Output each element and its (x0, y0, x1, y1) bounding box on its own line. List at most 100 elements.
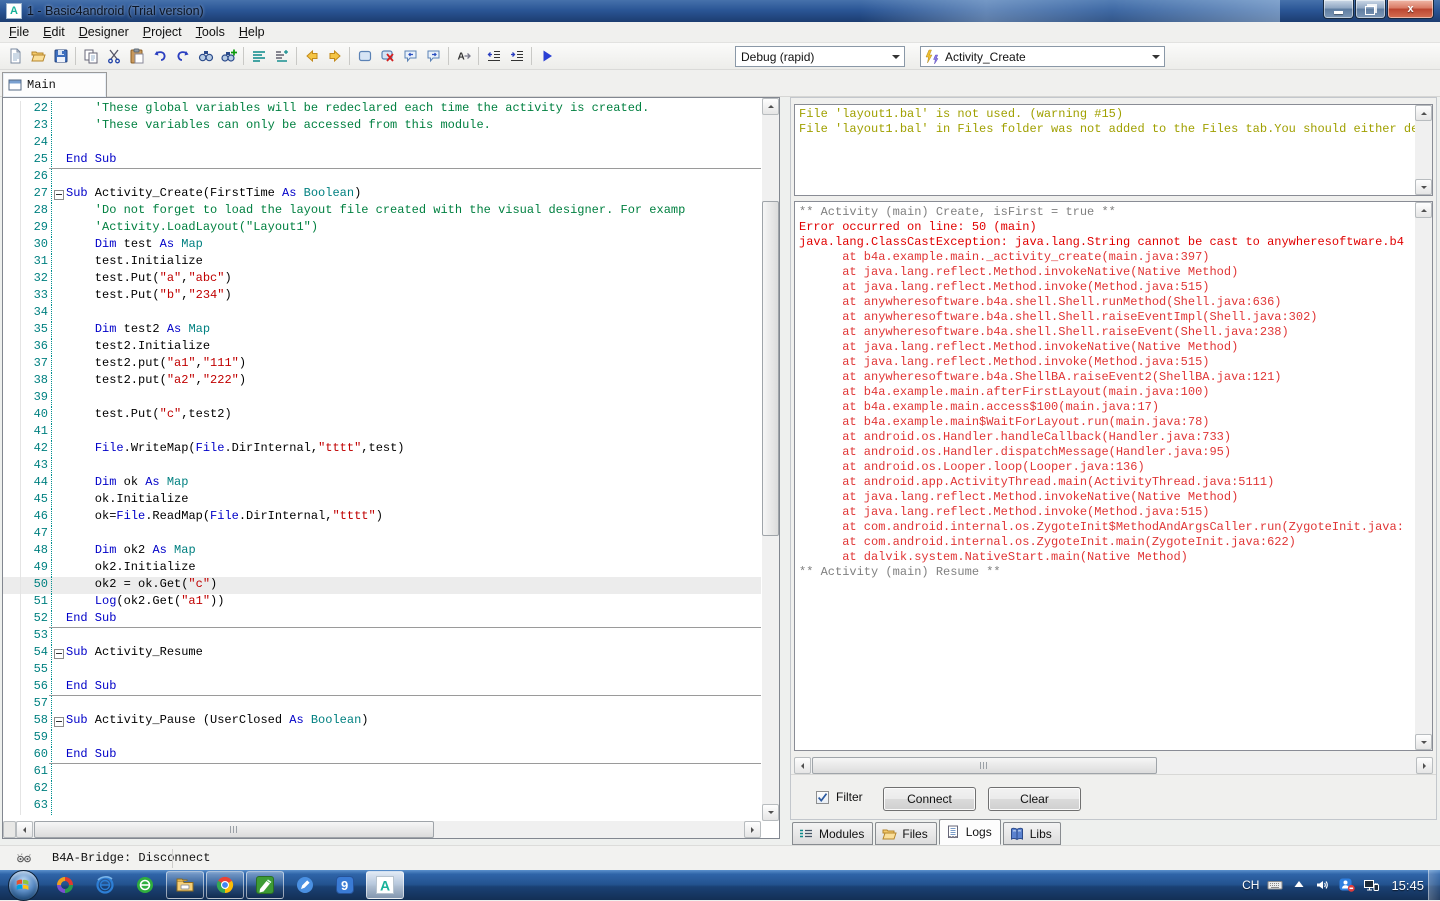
menu-project[interactable]: Project (136, 23, 189, 41)
log-horizontal-scrollbar[interactable] (794, 757, 1433, 774)
tab-files[interactable]: Files (875, 822, 936, 845)
editor-horizontal-scrollbar[interactable] (3, 821, 761, 838)
code-line[interactable]: 52End Sub (3, 611, 761, 628)
compiler-warnings-box[interactable]: File 'layout1.bal' is not used. (warning… (794, 104, 1433, 196)
code-line[interactable]: 54Sub Activity_Resume (3, 645, 761, 662)
browser-green-button[interactable] (126, 871, 164, 899)
code-line[interactable]: 49 ok2.Initialize (3, 560, 761, 577)
save-button[interactable] (49, 45, 72, 67)
code-line[interactable]: 45 ok.Initialize (3, 492, 761, 509)
log-output-box[interactable]: ** Activity (main) Create, isFirst = tru… (794, 201, 1433, 751)
code-line[interactable]: 31 test.Initialize (3, 254, 761, 271)
fold-collapse-icon[interactable] (54, 190, 64, 200)
warnings-vertical-scrollbar[interactable] (1415, 105, 1432, 195)
new-file-button[interactable] (3, 45, 26, 67)
scroll-thumb[interactable] (34, 821, 434, 838)
redo-button[interactable] (171, 45, 194, 67)
code-line[interactable]: 53 (3, 628, 761, 645)
log-vertical-scrollbar[interactable] (1415, 202, 1432, 750)
keyboard-icon[interactable] (1267, 877, 1283, 893)
bookmark-button[interactable] (353, 45, 376, 67)
filter-checkbox[interactable] (816, 791, 829, 804)
sub-navigation-dropdown[interactable]: Activity_Create (920, 46, 1165, 67)
scroll-right-button[interactable] (744, 821, 761, 838)
back-button[interactable] (300, 45, 323, 67)
code-line[interactable]: 57 (3, 696, 761, 713)
hidden-icons-icon[interactable] (1291, 877, 1307, 893)
scroll-thumb[interactable] (762, 201, 779, 536)
code-line[interactable]: 24 (3, 135, 761, 152)
clock[interactable]: 15:45 (1391, 878, 1424, 893)
code-line[interactable]: 46 ok=File.ReadMap(File.DirInternal,"ttt… (3, 509, 761, 526)
notepad-green-button[interactable] (246, 871, 284, 899)
code-line[interactable]: 42 File.WriteMap(File.DirInternal,"tttt"… (3, 441, 761, 458)
autocomplete-button[interactable]: A (452, 45, 475, 67)
build-configuration-dropdown[interactable]: Debug (rapid) (735, 46, 905, 67)
fold-collapse-icon[interactable] (54, 649, 64, 659)
scroll-left-button[interactable] (794, 757, 811, 774)
code-line[interactable]: 38 test2.put("a2","222") (3, 373, 761, 390)
code-line[interactable]: 60End Sub (3, 747, 761, 764)
code-line[interactable]: 30 Dim test As Map (3, 237, 761, 254)
editor-vertical-scrollbar[interactable] (762, 98, 779, 821)
scroll-up-button[interactable] (1415, 202, 1432, 218)
open-button[interactable] (26, 45, 49, 67)
format-list-button[interactable] (247, 45, 270, 67)
volume-icon[interactable] (1315, 877, 1331, 893)
scroll-down-button[interactable] (1415, 734, 1432, 750)
code-line[interactable]: 48 Dim ok2 As Map (3, 543, 761, 560)
code-line[interactable]: 43 (3, 458, 761, 475)
code-line[interactable]: 29 'Activity.LoadLayout("Layout1") (3, 220, 761, 237)
code-line[interactable]: 28 'Do not forget to load the layout fil… (3, 203, 761, 220)
scroll-left-button[interactable] (16, 821, 33, 838)
scroll-up-button[interactable] (1415, 105, 1432, 121)
code-line[interactable]: 58Sub Activity_Pause (UserClosed As Bool… (3, 713, 761, 730)
scroll-thumb[interactable] (812, 757, 1157, 774)
code-line[interactable]: 27Sub Activity_Create(FirstTime As Boole… (3, 186, 761, 203)
code-line[interactable]: 35 Dim test2 As Map (3, 322, 761, 339)
forward-button[interactable] (323, 45, 346, 67)
restore-button[interactable] (1355, 0, 1386, 19)
dropdown-button[interactable] (887, 47, 904, 66)
format-list2-button[interactable] (270, 45, 293, 67)
code-line[interactable]: 62 (3, 781, 761, 798)
copy-button[interactable] (79, 45, 102, 67)
undo-button[interactable] (148, 45, 171, 67)
network-icon[interactable] (1363, 877, 1379, 893)
clear-button[interactable]: Clear (988, 787, 1081, 811)
uncomment-button[interactable] (422, 45, 445, 67)
paste-button[interactable] (125, 45, 148, 67)
start-button[interactable] (6, 870, 40, 900)
tab-libs[interactable]: Libs (1003, 822, 1061, 845)
menu-help[interactable]: Help (232, 23, 272, 41)
comment-button[interactable] (399, 45, 422, 67)
find-button[interactable] (194, 45, 217, 67)
show-desktop-button[interactable] (1428, 870, 1440, 900)
input-language-indicator[interactable]: CH (1242, 878, 1259, 892)
app-9-button[interactable]: 9 (326, 871, 364, 899)
browser-360-button[interactable] (46, 871, 84, 899)
menu-edit[interactable]: Edit (36, 23, 72, 41)
scroll-down-button[interactable] (1415, 179, 1432, 195)
pencil-app-button[interactable] (286, 871, 324, 899)
connect-button[interactable]: Connect (883, 787, 976, 811)
code-line[interactable]: 22 'These global variables will be redec… (3, 101, 761, 118)
code-line[interactable]: 26 (3, 169, 761, 186)
code-line[interactable]: 44 Dim ok As Map (3, 475, 761, 492)
dropdown-button[interactable] (1147, 47, 1164, 66)
cut-button[interactable] (102, 45, 125, 67)
tab-modules[interactable]: Modules (792, 822, 873, 845)
code-line[interactable]: 55 (3, 662, 761, 679)
minimize-button[interactable] (1323, 0, 1354, 19)
code-line[interactable]: 23 'These variables can only be accessed… (3, 118, 761, 135)
code-line[interactable]: 36 test2.Initialize (3, 339, 761, 356)
code-line[interactable]: 37 test2.put("a1","111") (3, 356, 761, 373)
code-line[interactable]: 63 (3, 798, 761, 815)
windows-explorer-button[interactable] (166, 871, 204, 899)
code-line[interactable]: 40 test.Put("c",test2) (3, 407, 761, 424)
code-line[interactable]: 56End Sub (3, 679, 761, 696)
menu-tools[interactable]: Tools (189, 23, 232, 41)
code-line[interactable]: 51 Log(ok2.Get("a1")) (3, 594, 761, 611)
code-line[interactable]: 25End Sub (3, 152, 761, 169)
code-line[interactable]: 33 test.Put("b","234") (3, 288, 761, 305)
